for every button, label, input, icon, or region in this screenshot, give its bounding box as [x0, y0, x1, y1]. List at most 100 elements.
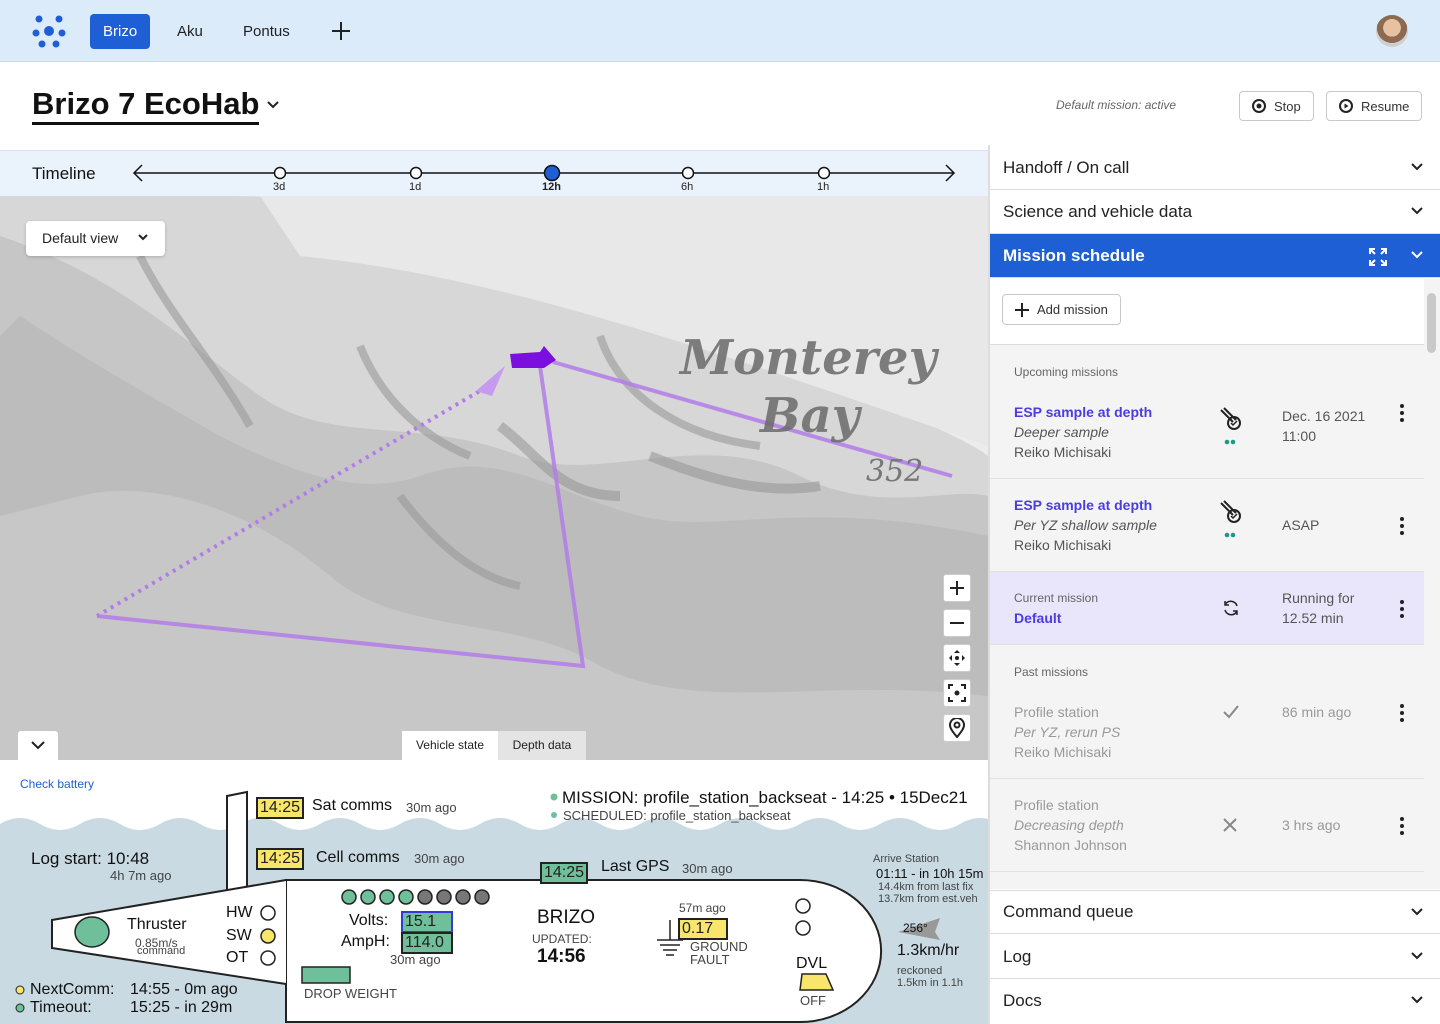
- mission-line: MISSION: profile_station_backseat - 14:2…: [562, 788, 968, 807]
- tab-brizo[interactable]: Brizo: [90, 14, 151, 49]
- collapse-panel-button[interactable]: [18, 731, 58, 760]
- current-mission-row[interactable]: Current mission Default Running for 12.5…: [990, 572, 1424, 645]
- page-title[interactable]: Brizo 7 EcoHab: [32, 86, 260, 125]
- pan-button[interactable]: [943, 644, 971, 672]
- resume-label: Resume: [1361, 98, 1410, 114]
- amph-label: AmpH:: [341, 933, 390, 950]
- cell-comms-ago: 30m ago: [414, 851, 465, 866]
- view-select[interactable]: Default view: [26, 221, 165, 256]
- running-time: 12.52 min: [1282, 610, 1344, 626]
- plus-icon: [1015, 302, 1029, 317]
- more-options-icon[interactable]: [1400, 517, 1404, 538]
- sat-comms-ago: 30m ago: [406, 800, 457, 815]
- mission-owner: Shannon Johnson: [1014, 837, 1127, 853]
- stop-button[interactable]: Stop: [1239, 91, 1314, 121]
- science-panel-header[interactable]: Science and vehicle data: [990, 190, 1440, 234]
- chevron-down-icon: [1411, 207, 1423, 215]
- mission-status-text: Default mission: active: [1056, 98, 1177, 112]
- add-mission-label: Add mission: [1037, 302, 1108, 317]
- depth-contour-label: 352: [866, 454, 924, 489]
- timeline-tick[interactable]: 1d: [409, 181, 421, 193]
- mission-subtitle: Per YZ shallow sample: [1014, 517, 1157, 533]
- gps-ago: 30m ago: [682, 861, 733, 876]
- app-logo-icon[interactable]: [31, 14, 67, 48]
- mission-row[interactable]: ESP sample at depth Per YZ shallow sampl…: [990, 479, 1424, 572]
- reckoned-distance: 1.5km in 1.1h: [897, 977, 964, 989]
- mission-subtitle: Decreasing depth: [1014, 817, 1124, 833]
- plus-icon[interactable]: [331, 21, 351, 41]
- mission-title[interactable]: ESP sample at depth: [1014, 404, 1152, 420]
- handoff-title: Handoff / On call: [1003, 157, 1130, 177]
- tab-depth-data[interactable]: Depth data: [498, 731, 586, 760]
- more-options-icon[interactable]: [1400, 704, 1404, 725]
- mission-time: 3 hrs ago: [1282, 817, 1341, 833]
- mission-title[interactable]: Profile station: [1014, 704, 1099, 720]
- fit-view-button[interactable]: [943, 679, 971, 707]
- ground-fault-value: 0.17: [678, 918, 728, 940]
- map[interactable]: Monterey Bay 352 Default view Vehicle st…: [0, 196, 988, 760]
- mission-row[interactable]: ESP sample at depth Deeper sample Reiko …: [990, 386, 1424, 479]
- plus-icon: [950, 581, 964, 595]
- chevron-down-icon: [1411, 952, 1423, 960]
- mission-row[interactable]: Profile station Decreasing depth Shannon…: [990, 779, 1424, 872]
- science-title: Science and vehicle data: [1003, 201, 1193, 221]
- more-options-icon[interactable]: [1400, 817, 1404, 838]
- chevron-down-icon[interactable]: [266, 100, 280, 110]
- refresh-icon: [1224, 600, 1238, 616]
- thruster-label: Thruster: [127, 916, 187, 933]
- view-select-value: Default view: [42, 230, 119, 246]
- mission-title[interactable]: ESP sample at depth: [1014, 497, 1152, 513]
- expand-icon[interactable]: [1369, 248, 1387, 266]
- current-header: Current mission: [1014, 591, 1099, 605]
- timeline-tick[interactable]: 3d: [273, 181, 285, 193]
- ground-fault-label: FAULT: [690, 952, 730, 967]
- hw-label: HW: [226, 904, 253, 921]
- mission-title[interactable]: Default: [1014, 610, 1061, 626]
- mission-subtitle: Deeper sample: [1014, 424, 1109, 440]
- avatar[interactable]: [1376, 15, 1408, 47]
- cell-comms-time: 14:25: [256, 848, 305, 870]
- command-queue-panel-header[interactable]: Command queue: [990, 890, 1440, 934]
- dvl-label: DVL: [796, 955, 828, 972]
- docs-panel-header[interactable]: Docs: [990, 979, 1440, 1023]
- mission-owner: Reiko Michisaki: [1014, 537, 1112, 553]
- handoff-panel-header[interactable]: Handoff / On call: [990, 146, 1440, 190]
- add-mission-button[interactable]: Add mission: [1002, 294, 1121, 325]
- tab-aku[interactable]: Aku: [164, 14, 216, 49]
- move-icon: [949, 650, 965, 666]
- mission-date: Dec. 16 2021: [1282, 408, 1366, 424]
- log-panel-header[interactable]: Log: [990, 935, 1440, 979]
- mission-subtitle: Per YZ, rerun PS: [1014, 724, 1121, 740]
- zoom-out-button[interactable]: [943, 609, 971, 637]
- timeline-tick-selected[interactable]: 12h: [542, 181, 561, 193]
- timeline-tick[interactable]: 6h: [681, 181, 693, 193]
- timeline-label: Timeline: [32, 164, 96, 183]
- zoom-in-button[interactable]: [943, 574, 971, 602]
- scheduled-line: SCHEDULED: profile_station_backseat: [563, 808, 791, 823]
- cell-comms-label: Cell comms: [316, 849, 400, 866]
- play-icon: [1339, 99, 1353, 113]
- scrollbar-thumb[interactable]: [1427, 293, 1436, 353]
- timeout-label: Timeout:: [30, 999, 92, 1016]
- stop-icon: [1252, 99, 1266, 113]
- updated-time: 14:56: [537, 946, 586, 967]
- tab-pontus[interactable]: Pontus: [230, 14, 303, 49]
- vehicle-state-panel: Check battery 14:25 Sat comms 30m ago 14…: [0, 760, 990, 1024]
- schedule-title: Mission schedule: [1003, 245, 1145, 265]
- schedule-panel-header[interactable]: Mission schedule: [990, 234, 1440, 278]
- log-start: Log start: 10:48: [31, 849, 150, 868]
- resume-button[interactable]: Resume: [1326, 91, 1423, 121]
- check-battery-link[interactable]: Check battery: [20, 777, 94, 791]
- mission-title[interactable]: Profile station: [1014, 797, 1099, 813]
- location-button[interactable]: [943, 714, 971, 742]
- docs-title: Docs: [1003, 991, 1042, 1010]
- tab-vehicle-state[interactable]: Vehicle state: [402, 731, 498, 760]
- log-title: Log: [1003, 946, 1032, 966]
- more-options-icon[interactable]: [1400, 404, 1404, 425]
- volts-value: 15.1: [401, 911, 453, 933]
- place-name-monterey: Monterey: [680, 330, 937, 386]
- mission-row[interactable]: Profile station Per YZ, rerun PS Reiko M…: [990, 686, 1424, 779]
- heading-value: 256°: [903, 921, 928, 935]
- timeline-tick[interactable]: 1h: [817, 181, 829, 193]
- more-options-icon[interactable]: [1400, 600, 1404, 621]
